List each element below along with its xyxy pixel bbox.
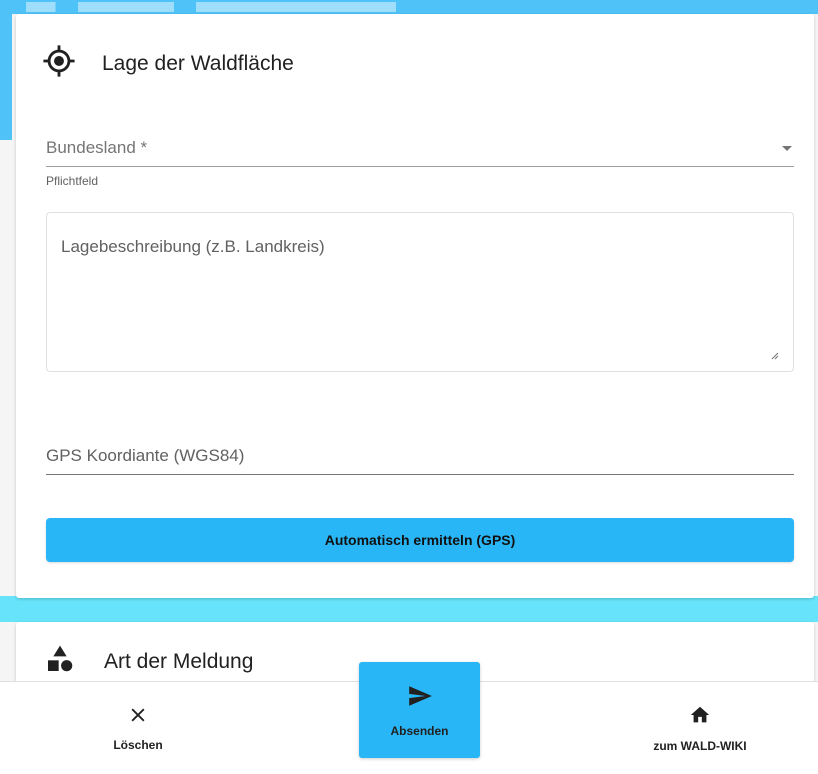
location-card-title: Lage der Waldfläche: [102, 51, 294, 75]
dropdown-arrow-icon[interactable]: [782, 146, 792, 151]
resize-handle-icon[interactable]: [769, 347, 779, 360]
section-divider: [0, 596, 818, 622]
submit-button[interactable]: Absenden: [359, 662, 480, 758]
auto-locate-button[interactable]: Automatisch ermitteln (GPS): [46, 518, 794, 562]
delete-button[interactable]: Löschen: [38, 682, 238, 774]
report-type-header: Art der Meldung: [44, 642, 253, 681]
submit-label: Absenden: [390, 723, 449, 738]
location-card-header: Lage der Waldfläche: [42, 44, 294, 83]
location-card: Lage der Waldfläche Bundesland * Pflicht…: [16, 14, 814, 598]
state-select-label: Bundesland *: [46, 138, 148, 157]
category-shapes-icon: [44, 642, 76, 681]
gps-coordinate-placeholder: GPS Koordiante (WGS84): [46, 446, 245, 465]
required-hint: Pflichtfeld: [46, 174, 99, 188]
close-icon: [128, 705, 148, 730]
top-app-bar: [0, 0, 818, 14]
delete-label: Löschen: [113, 737, 163, 752]
location-description-textarea[interactable]: Lagebeschreibung (z.B. Landkreis): [46, 212, 794, 372]
wiki-button[interactable]: zum WALD-WIKI: [600, 682, 800, 774]
home-icon: [689, 704, 711, 731]
wiki-label: zum WALD-WIKI: [653, 738, 747, 753]
send-icon: [407, 683, 433, 714]
state-select[interactable]: Bundesland *: [46, 126, 794, 167]
report-type-title: Art der Meldung: [104, 649, 254, 673]
location-description-placeholder: Lagebeschreibung (z.B. Landkreis): [61, 237, 325, 256]
gps-coordinate-input[interactable]: GPS Koordiante (WGS84): [46, 440, 794, 475]
top-bar-ghost: [26, 2, 396, 12]
gps-fixed-icon: [42, 44, 76, 83]
left-edge-accent: [0, 0, 12, 140]
